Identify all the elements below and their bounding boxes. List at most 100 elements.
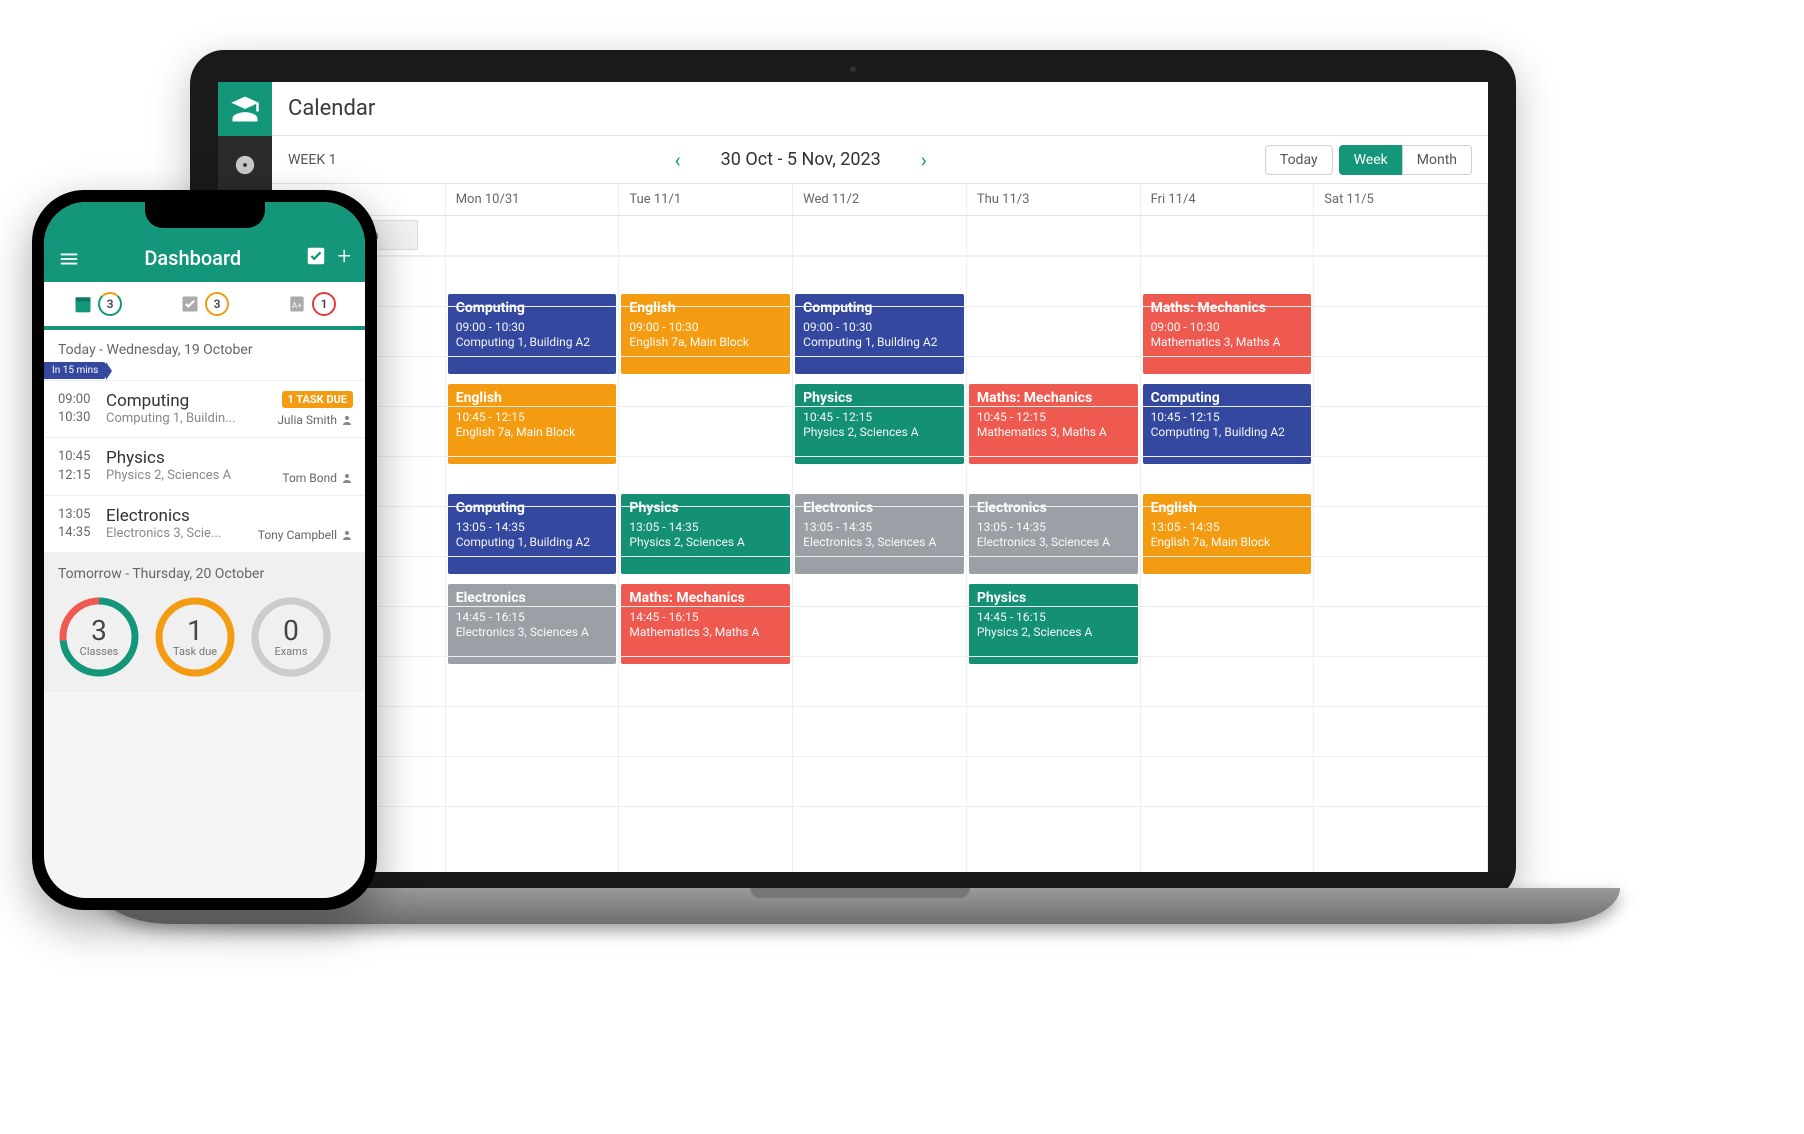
item-location: Electronics 3, Scie... — [106, 526, 246, 541]
event-location: Electronics 3, Sciences A — [977, 535, 1130, 550]
task-due-pill: 1 TASK DUE — [282, 391, 353, 408]
page-title: Calendar — [272, 96, 375, 121]
student-icon — [230, 94, 260, 124]
app-topbar: Calendar — [218, 82, 1488, 136]
reminder-chip: In 15 mins — [44, 362, 106, 379]
week-view-button[interactable]: Week — [1339, 145, 1402, 175]
schedule-item[interactable]: 10:4512:15PhysicsPhysics 2, Sciences A To… — [44, 437, 365, 494]
item-teacher: Julia Smith — [277, 413, 353, 427]
schedule-item[interactable]: 13:0514:35ElectronicsElectronics 3, Scie… — [44, 495, 365, 552]
event-location: Mathematics 3, Maths A — [629, 625, 782, 640]
day-header: Thu 11/3 — [967, 184, 1141, 215]
summary-donut[interactable]: 0Exams — [250, 596, 332, 678]
calendar-event[interactable]: Physics10:45 - 12:15Physics 2, Sciences … — [795, 384, 964, 464]
item-subject: Physics — [106, 448, 351, 468]
phone-notch — [145, 202, 265, 228]
event-time: 13:05 - 14:35 — [1151, 520, 1304, 535]
tab-exams-count: 1 — [312, 292, 336, 316]
event-title: Computing — [456, 300, 609, 318]
event-time: 14:45 - 16:15 — [629, 610, 782, 625]
schedule-item[interactable]: 09:0010:30ComputingComputing 1, Buildin.… — [44, 380, 365, 437]
event-title: English — [456, 390, 609, 408]
summary-donut[interactable]: 3Classes — [58, 596, 140, 678]
event-time: 10:45 - 12:15 — [803, 410, 956, 425]
calendar-event[interactable]: Maths: Mechanics14:45 - 16:15Mathematics… — [621, 584, 790, 664]
summary-donut[interactable]: 1Task due — [154, 596, 236, 678]
person-icon — [341, 472, 353, 484]
calendar-event[interactable]: English10:45 - 12:15English 7a, Main Blo… — [448, 384, 617, 464]
item-teacher: Tom Bond — [282, 471, 353, 485]
item-times: 09:0010:30 — [58, 391, 106, 427]
day-header: Fri 11/4 — [1141, 184, 1315, 215]
event-title: Physics — [629, 500, 782, 518]
calendar: WEEK 1 ‹ 30 Oct - 5 Nov, 2023 › Today We… — [272, 136, 1488, 872]
tab-tasks[interactable]: 3 — [180, 292, 229, 316]
app-logo[interactable] — [218, 82, 272, 136]
event-time: 13:05 - 14:35 — [977, 520, 1130, 535]
item-times: 10:4512:15 — [58, 448, 106, 484]
person-icon — [341, 414, 353, 426]
event-location: Mathematics 3, Maths A — [977, 425, 1130, 440]
event-title: Electronics — [977, 500, 1130, 518]
event-time: 09:00 - 10:30 — [803, 320, 956, 335]
dashboard-nav-icon[interactable] — [232, 152, 258, 178]
event-time: 10:45 - 12:15 — [456, 410, 609, 425]
mobile-tabs: 3 3 A+ 1 — [44, 282, 365, 330]
next-week-button[interactable]: › — [913, 144, 935, 176]
checkbox-icon[interactable] — [305, 245, 327, 267]
item-teacher: Tony Campbell — [258, 528, 353, 542]
week-indicator: WEEK 1 — [288, 152, 336, 168]
item-subject: Electronics — [106, 506, 351, 526]
laptop-camera — [850, 66, 856, 72]
event-time: 10:45 - 12:15 — [1151, 410, 1304, 425]
mobile-title: Dashboard — [144, 246, 241, 270]
event-location: Computing 1, Building A2 — [1151, 425, 1304, 440]
event-title: Physics — [803, 390, 956, 408]
calendar-event[interactable]: Electronics 14:45 - 16:15Electronics 3, S… — [448, 584, 617, 664]
item-location: Physics 2, Sciences A — [106, 468, 246, 483]
mobile-body: Today - Wednesday, 19 October In 15 mins… — [44, 330, 365, 552]
tab-classes[interactable]: 3 — [73, 292, 122, 316]
event-time: 13:05 - 14:35 — [803, 520, 956, 535]
event-location: Physics 2, Sciences A — [977, 625, 1130, 640]
event-location: English 7a, Main Block — [1151, 535, 1304, 550]
calendar-event[interactable]: Physics14:45 - 16:15Physics 2, Sciences … — [969, 584, 1138, 664]
check-icon — [180, 294, 200, 314]
event-location: Computing 1, Building A2 — [803, 335, 956, 350]
allday-row: Autumn Half Term — [272, 216, 1488, 256]
event-location: Mathematics 3, Maths A — [1151, 335, 1304, 350]
event-location: Electronics 3, Sciences A — [456, 625, 609, 640]
event-title: Electronics — [456, 590, 609, 608]
day-header: Mon 10/31 — [446, 184, 620, 215]
tab-exams[interactable]: A+ 1 — [287, 292, 336, 316]
day-header: Wed 11/2 — [793, 184, 967, 215]
event-time: 09:00 - 10:30 — [629, 320, 782, 335]
calendar-event[interactable]: Computing 10:45 - 12:15Computing 1, Build… — [1143, 384, 1312, 464]
prev-week-button[interactable]: ‹ — [667, 144, 689, 176]
day-header: Tue 11/1 — [619, 184, 793, 215]
tab-tasks-count: 3 — [205, 292, 229, 316]
event-time: 14:45 - 16:15 — [456, 610, 609, 625]
month-view-button[interactable]: Month — [1402, 145, 1472, 175]
event-location: Computing 1, Building A2 — [456, 535, 609, 550]
hamburger-icon — [58, 248, 80, 270]
calendar-event[interactable]: Maths: Mechanics10:45 - 12:15Mathematics… — [969, 384, 1138, 464]
add-button[interactable]: + — [337, 242, 351, 270]
event-title: English — [629, 300, 782, 318]
event-location: English 7a, Main Block — [629, 335, 782, 350]
phone-frame: Dashboard + 3 3 A+ 1 Today - Wednesday, … — [32, 190, 377, 910]
item-location: Computing 1, Buildin... — [106, 411, 246, 426]
event-time: 13:05 - 14:35 — [629, 520, 782, 535]
event-location: Physics 2, Sciences A — [629, 535, 782, 550]
calendar-body: Computing09:00 - 10:30Computing 1, Build… — [272, 256, 1488, 872]
event-location: Electronics 3, Sciences A — [803, 535, 956, 550]
event-time: 09:00 - 10:30 — [456, 320, 609, 335]
event-title: Computing — [1151, 390, 1304, 408]
event-title: English — [1151, 500, 1304, 518]
day-header: Sat 11/5 — [1314, 184, 1488, 215]
today-button[interactable]: Today — [1265, 145, 1333, 175]
day-headers: /30Mon 10/31Tue 11/1Wed 11/2Thu 11/3Fri … — [272, 184, 1488, 216]
menu-button[interactable] — [58, 248, 80, 270]
event-title: Maths: Mechanics — [1151, 300, 1304, 318]
event-title: Electronics — [803, 500, 956, 518]
